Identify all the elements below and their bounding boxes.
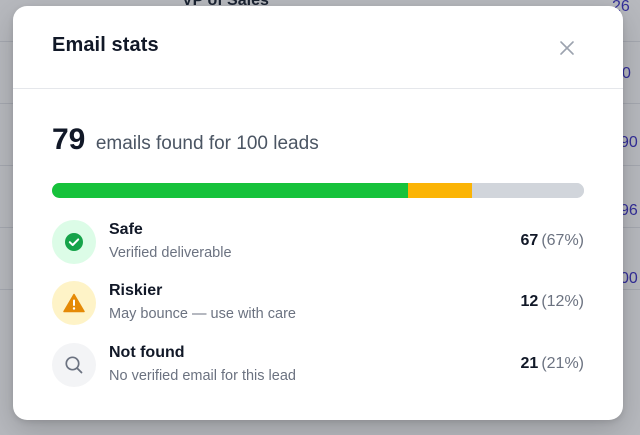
check-circle-icon bbox=[52, 220, 96, 264]
summary-text: emails found for 100 leads bbox=[95, 133, 319, 154]
close-icon bbox=[560, 41, 574, 55]
stat-percent: (12%) bbox=[541, 293, 584, 310]
stat-value: 21 (21%) bbox=[521, 355, 584, 373]
stat-count: 21 bbox=[520, 355, 539, 372]
search-icon bbox=[52, 343, 96, 387]
progress-segment-not-found bbox=[472, 183, 584, 198]
modal-header: Email stats bbox=[13, 6, 623, 89]
stat-row-riskier: Riskier May bounce — use with care 12 (12… bbox=[52, 280, 584, 326]
stat-description: Verified deliverable bbox=[109, 245, 232, 261]
stat-label: Riskier bbox=[109, 282, 163, 299]
stat-row-not-found: Not found No verified email for this lea… bbox=[52, 342, 584, 388]
modal-title: Email stats bbox=[52, 34, 159, 56]
summary: 79 emails found for 100 leads bbox=[52, 123, 319, 157]
progress-segment-safe bbox=[52, 183, 409, 198]
stat-description: No verified email for this lead bbox=[109, 368, 296, 384]
email-stats-modal: Email stats 79 emails found for 100 lead… bbox=[13, 6, 623, 420]
stat-row-safe: Safe Verified deliverable 67 (67%) bbox=[52, 219, 584, 265]
stat-count: 67 bbox=[520, 232, 539, 249]
email-progress-bar bbox=[52, 183, 584, 198]
stat-percent: (67%) bbox=[541, 232, 584, 249]
stat-count: 12 bbox=[520, 293, 539, 310]
emails-found-count: 79 bbox=[52, 123, 86, 156]
close-button[interactable] bbox=[553, 34, 581, 62]
stat-value: 12 (12%) bbox=[521, 293, 584, 311]
stat-value: 67 (67%) bbox=[521, 232, 584, 250]
stat-label: Not found bbox=[109, 344, 185, 361]
stat-label: Safe bbox=[109, 221, 143, 238]
stat-description: May bounce — use with care bbox=[109, 306, 296, 322]
stat-percent: (21%) bbox=[541, 355, 584, 372]
progress-segment-riskier bbox=[408, 183, 473, 198]
warning-triangle-icon bbox=[52, 281, 96, 325]
